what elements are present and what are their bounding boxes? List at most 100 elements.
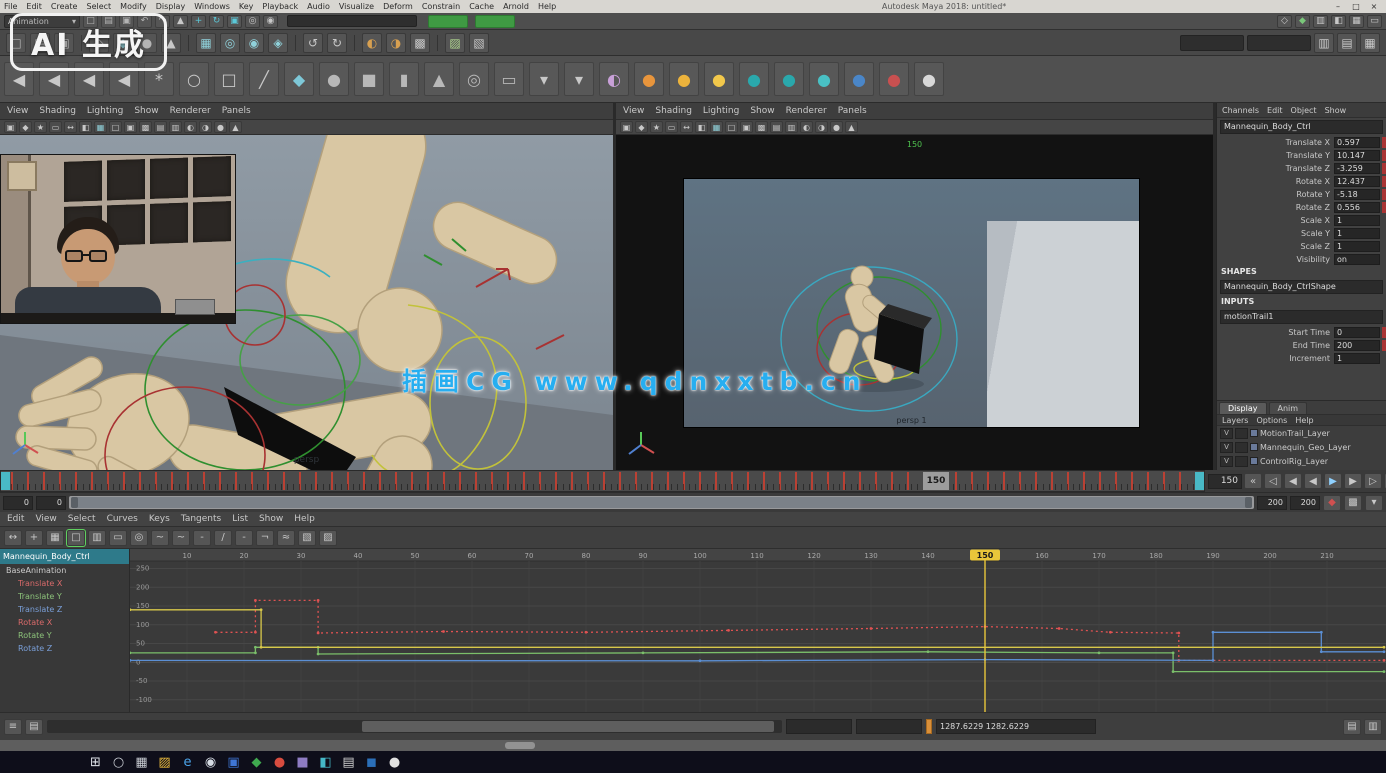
vp-right-menu-show[interactable]: Show: [750, 106, 774, 116]
poly-cylinder-icon[interactable]: ▮: [389, 62, 419, 96]
rotate-tool-icon[interactable]: ↻: [209, 15, 224, 28]
flat-tangent-icon[interactable]: -: [235, 530, 253, 546]
move-tool-icon[interactable]: +: [191, 15, 206, 28]
file-explorer-icon[interactable]: ▨: [155, 753, 174, 772]
retime-tool-icon[interactable]: ▥: [88, 530, 106, 546]
ambient-occlusion-icon[interactable]: ●: [830, 121, 843, 133]
keyframe-dot[interactable]: [254, 631, 257, 634]
ge-bookmark-icon[interactable]: ▥: [1364, 719, 1382, 735]
buffer-curve-snapshot-icon[interactable]: ▧: [298, 530, 316, 546]
keyframe-dot[interactable]: [260, 608, 263, 611]
keyframe-dot[interactable]: [1212, 631, 1215, 634]
keyframe-dot[interactable]: [254, 651, 257, 654]
step-forward-frame-button[interactable]: ▷: [1364, 473, 1382, 489]
auto-keyframe-icon[interactable]: ◆: [1323, 495, 1341, 511]
buffer-curve-indicator[interactable]: [926, 719, 932, 734]
app-icon-3[interactable]: ◆: [247, 753, 266, 772]
keyframe-dot[interactable]: [130, 651, 131, 654]
curve-translateX[interactable]: [216, 600, 1385, 660]
character-set-menu-icon[interactable]: ▾: [1365, 495, 1383, 511]
paint-shelf-icon[interactable]: ◐: [599, 62, 629, 96]
absolute-transform-field[interactable]: [1180, 35, 1244, 51]
maximize-button[interactable]: □: [1350, 2, 1362, 11]
layer-tab-display[interactable]: Display: [1219, 402, 1267, 414]
channel-value-field[interactable]: 1: [1334, 353, 1380, 364]
camera-bookmark-icon[interactable]: ★: [650, 121, 663, 133]
spline-tangent-icon[interactable]: ~: [172, 530, 190, 546]
graph-menu-edit[interactable]: Edit: [7, 514, 24, 524]
layer-color-swatch[interactable]: [1250, 457, 1258, 465]
ge-pin-icon[interactable]: ▤: [1343, 719, 1361, 735]
vp-left-menu-shading[interactable]: Shading: [39, 106, 76, 116]
app-icon-7[interactable]: ▤: [339, 753, 358, 772]
menu-cache[interactable]: Cache: [469, 2, 494, 11]
channel-value-field[interactable]: -5.18: [1334, 189, 1380, 200]
graph-outliner-item[interactable]: Translate Y: [0, 590, 129, 603]
snap-to-grid-icon[interactable]: ▦: [196, 33, 216, 53]
camera-bookmark-icon[interactable]: ★: [34, 121, 47, 133]
material-amber-icon[interactable]: ●: [669, 62, 699, 96]
scale-tool-icon[interactable]: ▣: [227, 15, 242, 28]
graph-menu-keys[interactable]: Keys: [149, 514, 170, 524]
linear-tangent-icon[interactable]: /: [214, 530, 232, 546]
close-button[interactable]: ×: [1368, 2, 1380, 11]
range-slider[interactable]: [69, 496, 1254, 509]
keyframe-dot[interactable]: [1098, 651, 1101, 654]
image-plane-icon[interactable]: ▭: [665, 121, 678, 133]
isolate-select-icon[interactable]: ◧: [1331, 15, 1346, 28]
channel-value-field[interactable]: 10.147: [1334, 150, 1380, 161]
grid-display-icon[interactable]: ▦: [94, 121, 107, 133]
vp-right-menu-shading[interactable]: Shading: [655, 106, 692, 116]
graph-editor-plot[interactable]: 1020304050607080901001101201301401501601…: [130, 549, 1386, 712]
keyframe-dot[interactable]: [642, 651, 645, 654]
graph-menu-list[interactable]: List: [232, 514, 248, 524]
window-horizontal-scrollbar[interactable]: [0, 740, 1386, 751]
app-icon-4[interactable]: ●: [270, 753, 289, 772]
snap-to-curve-icon[interactable]: ◎: [220, 33, 240, 53]
keyframe-dot[interactable]: [254, 646, 257, 649]
keyframe-dot[interactable]: [214, 631, 217, 634]
menu-key[interactable]: Key: [239, 2, 254, 11]
step-back-frame-button[interactable]: ◁: [1264, 473, 1282, 489]
snap-grid-icon[interactable]: ◎: [245, 15, 260, 28]
scrollbar-handle[interactable]: [505, 742, 535, 749]
shelf-dropdown-a-icon[interactable]: ▾: [529, 62, 559, 96]
play-backwards-button[interactable]: ◀: [1304, 473, 1322, 489]
channel-value-field[interactable]: 0: [1334, 327, 1380, 338]
graph-outliner-item[interactable]: BaseAnimation: [0, 564, 129, 577]
channel-value-field[interactable]: 1: [1334, 241, 1380, 252]
menu-audio[interactable]: Audio: [307, 2, 330, 11]
gate-mask-icon[interactable]: ▩: [755, 121, 768, 133]
graph-menu-help[interactable]: Help: [294, 514, 315, 524]
keyframe-dot[interactable]: [727, 629, 730, 632]
graph-menu-select[interactable]: Select: [68, 514, 96, 524]
layer-row[interactable]: VMannequin_Geo_Layer: [1217, 440, 1386, 454]
channel-value-field[interactable]: 0.556: [1334, 202, 1380, 213]
channel-row[interactable]: Scale X1: [1217, 214, 1386, 227]
channel-value-field[interactable]: -3.259: [1334, 163, 1380, 174]
keyframe-dot[interactable]: [1177, 632, 1180, 635]
film-gate-icon[interactable]: ▭: [1367, 15, 1382, 28]
timeline-selection-end[interactable]: [1195, 472, 1204, 490]
construction-history-icon[interactable]: ↻: [327, 33, 347, 53]
animation-end-field[interactable]: 200: [1290, 496, 1320, 510]
menu-constrain[interactable]: Constrain: [422, 2, 460, 11]
channel-row[interactable]: End Time200: [1217, 339, 1386, 352]
graph-horizontal-scrollbar[interactable]: [47, 720, 782, 733]
channel-row[interactable]: Scale Y1: [1217, 227, 1386, 240]
frame-playback-range-icon[interactable]: ▭: [109, 530, 127, 546]
keyframe-dot[interactable]: [130, 608, 131, 611]
animation-preferences-icon[interactable]: ▩: [1344, 495, 1362, 511]
lighting-icon[interactable]: ◐: [184, 121, 197, 133]
insert-keys-tool-icon[interactable]: +: [25, 530, 43, 546]
layer-color-swatch[interactable]: [1250, 443, 1258, 451]
layer-display-type-toggle[interactable]: [1235, 428, 1248, 439]
menu-arnold[interactable]: Arnold: [503, 2, 529, 11]
poly-plane-icon[interactable]: ▭: [494, 62, 524, 96]
task-view-button[interactable]: ▦: [132, 753, 151, 772]
keyframe-dot[interactable]: [1320, 650, 1323, 653]
vp-right-menu-view[interactable]: View: [623, 106, 644, 116]
circle-tool-icon[interactable]: ○: [179, 62, 209, 96]
menu-select[interactable]: Select: [86, 2, 111, 11]
material-yellow-icon[interactable]: ●: [704, 62, 734, 96]
